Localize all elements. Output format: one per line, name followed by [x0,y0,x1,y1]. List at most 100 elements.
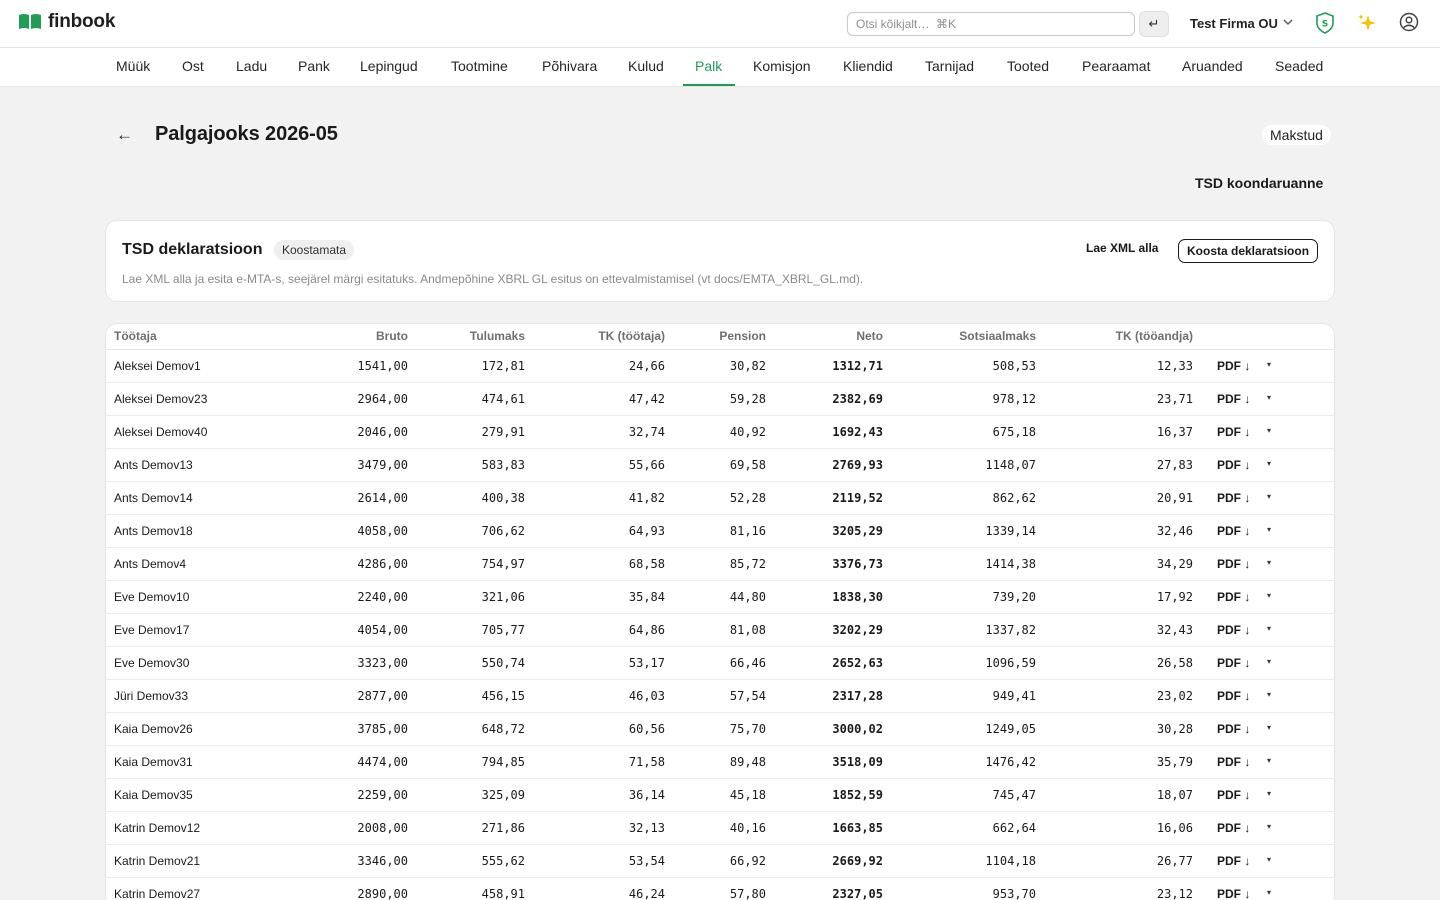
cell-employee: Aleksei Demov23 [114,392,208,406]
nav-item-kliendid[interactable]: Kliendid [843,58,893,74]
caret-down-icon[interactable]: ▾ [1267,855,1271,864]
search-input[interactable] [847,12,1135,36]
enter-icon: ↵ [1148,16,1160,31]
cell-income-tax: 555,62 [481,854,525,868]
cell-income-tax: 705,77 [481,623,525,637]
compose-declaration-button[interactable]: Koosta deklaratsioon [1178,239,1319,263]
nav-item-komisjon[interactable]: Komisjon [753,58,811,74]
nav-item-lepingud[interactable]: Lepingud [360,58,418,74]
cell-social-tax: 745,47 [992,788,1036,802]
caret-down-icon[interactable]: ▾ [1267,888,1271,897]
caret-down-icon[interactable]: ▾ [1267,756,1271,765]
cell-ui-employer: 17,92 [1156,590,1193,604]
caret-down-icon[interactable]: ▾ [1267,426,1271,435]
pdf-download-button[interactable]: PDF ↓ [1217,557,1250,571]
cell-social-tax: 1414,38 [985,557,1036,571]
cell-ui-employer: 32,46 [1156,524,1193,538]
column-header-social-tax: Sotsiaalmaks [959,329,1036,343]
nav-item-seaded[interactable]: Seaded [1275,58,1323,74]
cell-net: 1312,71 [832,359,883,373]
table-row: Aleksei Demov23 2964,00 474,61 47,42 59,28 23… [106,383,1334,416]
nav-item-pearaamat[interactable]: Pearaamat [1082,58,1150,74]
nav-item-ost[interactable]: Ost [182,58,204,74]
pdf-download-button[interactable]: PDF ↓ [1217,656,1250,670]
nav-item-aruanded[interactable]: Aruanded [1182,58,1243,74]
cell-ui-employee: 47,42 [628,392,665,406]
caret-down-icon[interactable]: ▾ [1267,723,1271,732]
user-circle-icon[interactable] [1399,12,1419,35]
caret-down-icon[interactable]: ▾ [1267,789,1271,798]
cell-pension: 40,92 [729,425,766,439]
pdf-download-button[interactable]: PDF ↓ [1217,458,1250,472]
caret-down-icon[interactable]: ▾ [1267,690,1271,699]
caret-down-icon[interactable]: ▾ [1267,591,1271,600]
nav-item-tooted[interactable]: Tooted [1007,58,1049,74]
pdf-download-button[interactable]: PDF ↓ [1217,359,1250,373]
cell-pension: 81,16 [729,524,766,538]
sparkle-icon[interactable] [1356,12,1378,39]
cell-income-tax: 648,72 [481,722,525,736]
caret-down-icon[interactable]: ▾ [1267,822,1271,831]
pdf-download-button[interactable]: PDF ↓ [1217,821,1250,835]
caret-down-icon[interactable]: ▾ [1267,492,1271,501]
cell-gross: 4054,00 [357,623,408,637]
pdf-download-button[interactable]: PDF ↓ [1217,524,1250,538]
cell-social-tax: 1476,42 [985,755,1036,769]
cell-income-tax: 456,15 [481,689,525,703]
nav-item-palk[interactable]: Palk [695,58,722,74]
table-row: Ants Demov14 2614,00 400,38 41,82 52,28 2119,… [106,482,1334,515]
cell-net: 1838,30 [832,590,883,604]
pdf-download-button[interactable]: PDF ↓ [1217,722,1250,736]
nav-item-tootmine[interactable]: Tootmine [451,58,508,74]
pdf-download-button[interactable]: PDF ↓ [1217,854,1250,868]
pdf-download-button[interactable]: PDF ↓ [1217,689,1250,703]
nav-item-ladu[interactable]: Ladu [236,58,267,74]
cell-income-tax: 325,09 [481,788,525,802]
cell-employee: Kaia Demov31 [114,755,193,769]
table-row: Katrin Demov21 3346,00 555,62 53,54 66,92 266… [106,845,1334,878]
nav-item-muuk[interactable]: Müük [116,58,150,74]
pdf-download-button[interactable]: PDF ↓ [1217,623,1250,637]
nav-item-pohivara[interactable]: Põhivara [542,58,597,74]
logo[interactable]: finbook [18,11,115,33]
table-header: Töötaja Bruto Tulumaks TK (töötaja) Pens… [106,324,1334,350]
caret-down-icon[interactable]: ▾ [1267,624,1271,633]
table-row: Ants Demov4 4286,00 754,97 68,58 85,72 3376,7… [106,548,1334,581]
cell-gross: 2008,00 [357,821,408,835]
arrow-left-icon[interactable]: ← [116,125,133,145]
pdf-download-button[interactable]: PDF ↓ [1217,755,1250,769]
search-submit-button[interactable]: ↵ [1139,11,1169,37]
cell-social-tax: 1249,05 [985,722,1036,736]
cell-pension: 40,16 [729,821,766,835]
cell-pension: 52,28 [729,491,766,505]
caret-down-icon[interactable]: ▾ [1267,657,1271,666]
pdf-download-button[interactable]: PDF ↓ [1217,788,1250,802]
caret-down-icon[interactable]: ▾ [1267,360,1271,369]
download-xml-button[interactable]: Lae XML alla [1086,241,1158,255]
cell-employee: Aleksei Demov1 [114,359,201,373]
cell-social-tax: 508,53 [992,359,1036,373]
svg-text:S: S [1322,20,1328,30]
pdf-download-button[interactable]: PDF ↓ [1217,887,1250,900]
cell-net: 3205,29 [832,524,883,538]
nav-item-kulud[interactable]: Kulud [628,58,664,74]
nav-item-tarnijad[interactable]: Tarnijad [925,58,974,74]
cell-income-tax: 271,86 [481,821,525,835]
company-selector[interactable]: Test Firma OU [1190,16,1293,31]
pdf-download-button[interactable]: PDF ↓ [1217,491,1250,505]
cell-ui-employee: 46,24 [628,887,665,900]
pdf-download-button[interactable]: PDF ↓ [1217,425,1250,439]
pdf-download-button[interactable]: PDF ↓ [1217,590,1250,604]
shield-icon[interactable]: S [1315,12,1335,37]
caret-down-icon[interactable]: ▾ [1267,558,1271,567]
caret-down-icon[interactable]: ▾ [1267,459,1271,468]
cell-gross: 2964,00 [357,392,408,406]
cell-pension: 81,08 [729,623,766,637]
tsd-summary-report-button[interactable]: TSD koondaruanne [1195,175,1323,191]
cell-net: 3518,09 [832,755,883,769]
cell-net: 2382,69 [832,392,883,406]
nav-item-pank[interactable]: Pank [298,58,330,74]
caret-down-icon[interactable]: ▾ [1267,393,1271,402]
caret-down-icon[interactable]: ▾ [1267,525,1271,534]
pdf-download-button[interactable]: PDF ↓ [1217,392,1250,406]
